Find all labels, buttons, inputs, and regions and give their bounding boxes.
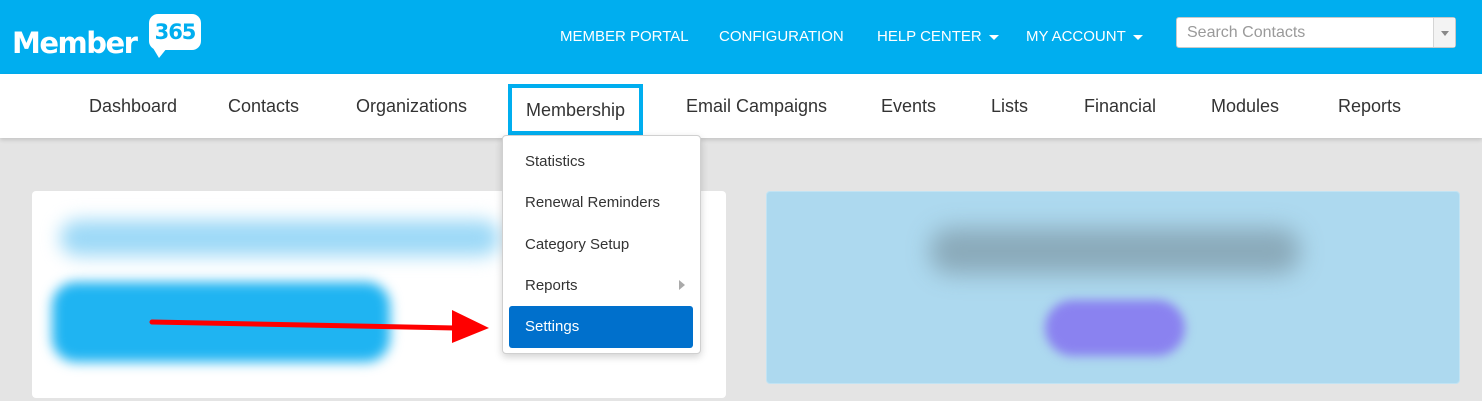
annotation-arrow-icon: [149, 310, 489, 343]
